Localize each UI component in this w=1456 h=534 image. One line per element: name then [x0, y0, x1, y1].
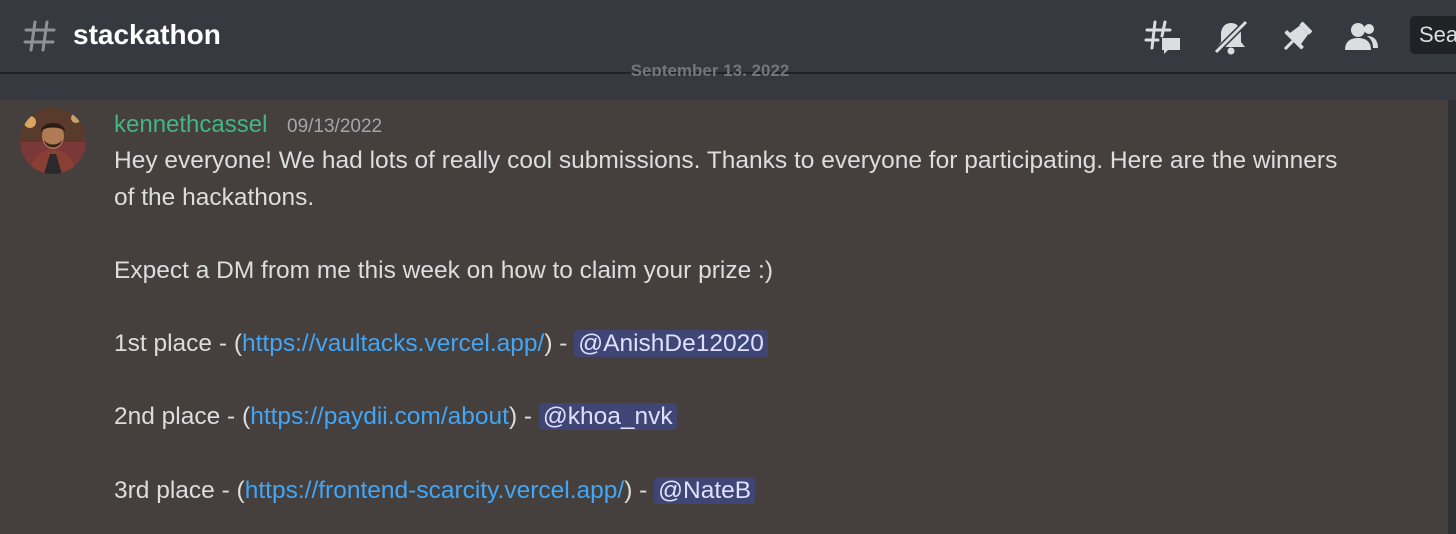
winner-link[interactable]: https://frontend-scarcity.vercel.app/: [245, 477, 624, 504]
message-line-2: of the hackathons.: [114, 184, 315, 211]
winner-prefix: 3rd place - (: [114, 477, 245, 504]
search-input[interactable]: Sea: [1410, 16, 1456, 54]
threads-icon[interactable]: [1144, 18, 1182, 56]
user-mention[interactable]: @khoa_nvk: [538, 403, 677, 430]
message-line-1: Hey everyone! We had lots of really cool…: [114, 147, 1338, 174]
winner-line-3: 3rd place - (https://frontend-scarcity.v…: [114, 472, 1394, 509]
message: kennethcassel 09/13/2022 Hey everyone! W…: [0, 100, 1448, 534]
mute-notifications-icon[interactable]: [1212, 18, 1250, 56]
date-divider: September 13, 2022: [560, 62, 860, 76]
winner-line-2: 2nd place - (https://paydii.com/about) -…: [114, 398, 1394, 435]
avatar[interactable]: [20, 108, 86, 174]
username[interactable]: kennethcassel: [114, 110, 267, 140]
user-mention[interactable]: @NateB: [654, 477, 756, 504]
winner-line-1: 1st place - (https://vaultacks.vercel.ap…: [114, 325, 1394, 362]
winner-link[interactable]: https://paydii.com/about: [250, 403, 509, 430]
user-avatar-image: [20, 108, 86, 174]
message-line-3: Expect a DM from me this week on how to …: [114, 257, 773, 284]
winner-separator: ) -: [544, 330, 575, 357]
divider-date: September 13, 2022: [630, 62, 790, 76]
text-channel-icon: [23, 20, 56, 52]
winner-prefix: 2nd place - (: [114, 403, 251, 430]
pin-icon[interactable]: [1278, 18, 1316, 56]
members-icon[interactable]: [1343, 18, 1381, 56]
winner-separator: ) -: [508, 403, 539, 430]
scrollbar-track[interactable]: [1448, 100, 1456, 534]
winner-separator: ) -: [624, 477, 655, 504]
winner-link[interactable]: https://vaultacks.vercel.app/: [242, 330, 544, 357]
search-label: Sea: [1419, 22, 1456, 47]
message-timestamp: 09/13/2022: [287, 116, 383, 137]
winner-prefix: 1st place - (: [114, 330, 242, 357]
channel-name: stackathon: [73, 19, 221, 50]
user-mention[interactable]: @AnishDe12020: [574, 330, 768, 357]
